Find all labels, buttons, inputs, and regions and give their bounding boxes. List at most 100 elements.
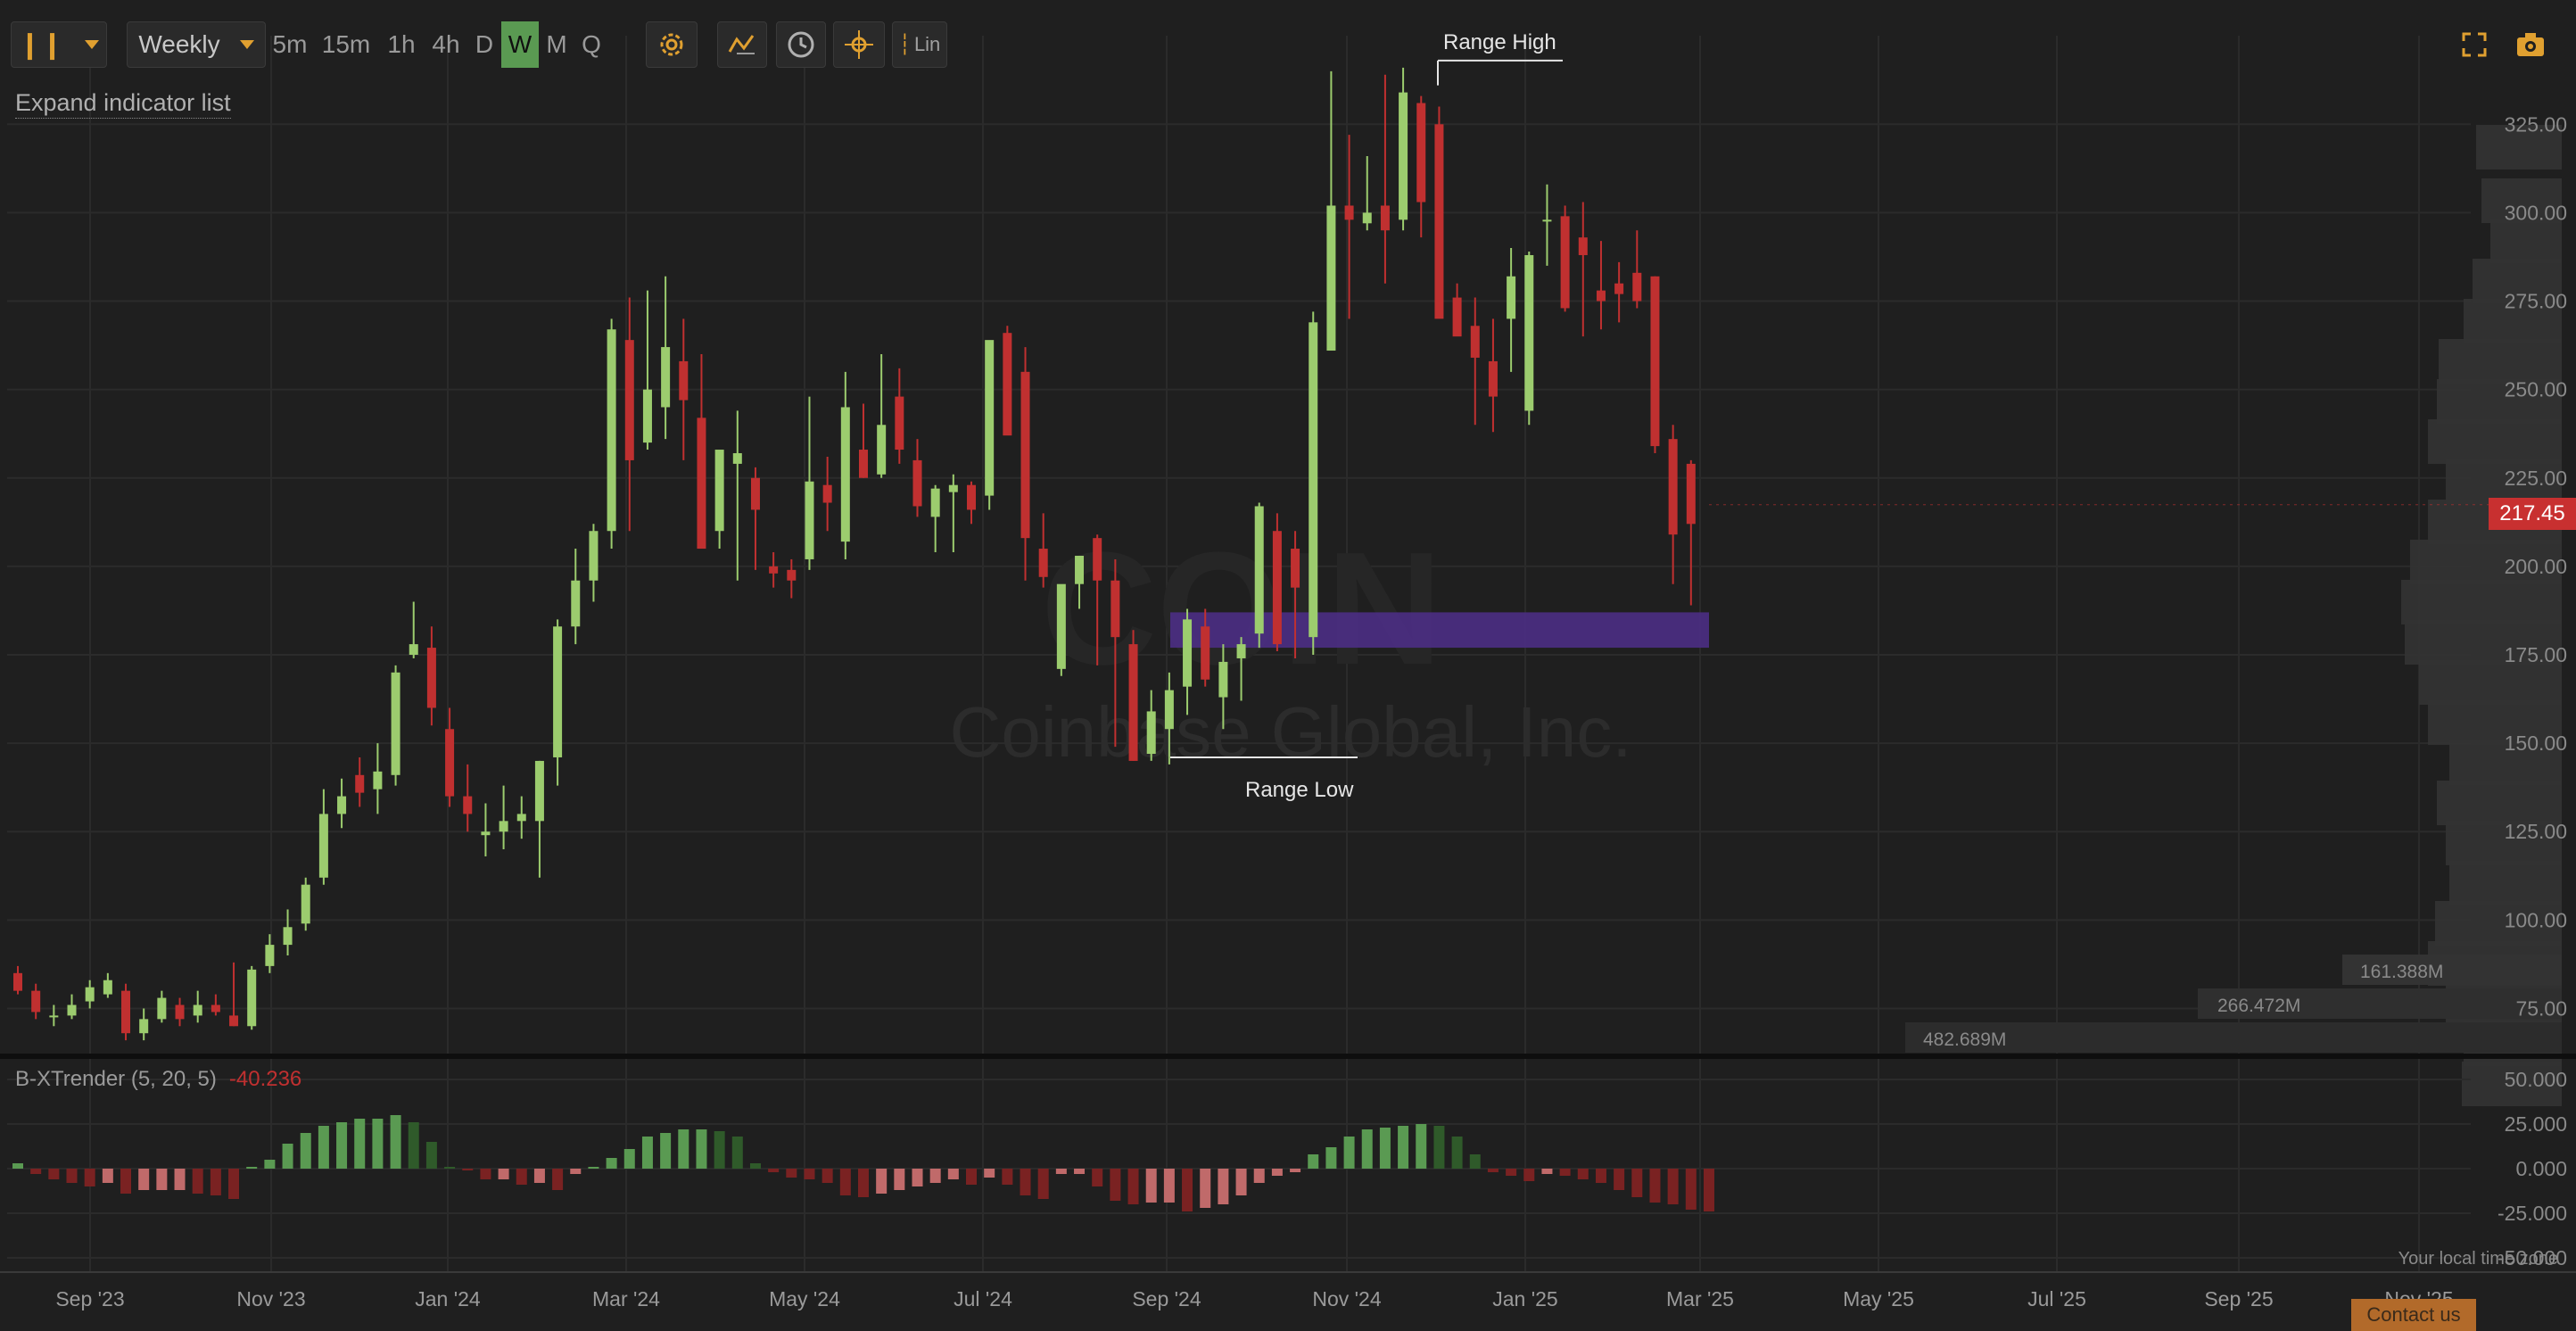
indicator-bar [1506,1169,1517,1176]
y-tick-label: 75.00 [2515,996,2567,1020]
y-tick-label: 225.00 [2505,467,2567,490]
x-tick-label: Jan '25 [1492,1287,1557,1310]
scale-button[interactable]: ┆ Lin [892,21,947,68]
indicator-bar [1182,1169,1193,1211]
chart-app: COIN Coinbase Global, Inc. 161.388M 266.472… [0,0,2576,1331]
interval-m[interactable]: M [542,21,571,68]
interval-15m[interactable]: 15m [318,21,375,68]
interval-w[interactable]: W [501,21,539,68]
candle-body [534,760,544,822]
candle-body [1201,626,1210,680]
timezone-label[interactable]: Your local time zone [2398,1249,2558,1269]
y-tick-label: 250.00 [2505,378,2567,401]
candle-body [85,987,95,1002]
indicator-bar [552,1169,564,1190]
candle-body [1362,212,1372,224]
indicator-bar [1361,1129,1373,1169]
indicator-bar [1002,1169,1013,1185]
volume-profile-bar [2490,219,2562,263]
candle-body [624,340,634,460]
volume-profile-bar [2428,419,2562,464]
candle-body [1542,219,1552,222]
volume-label: 266.472M [2217,996,2300,1016]
candle-body [1650,276,1660,447]
interval-q[interactable]: Q [576,21,607,68]
candle-body [481,831,491,836]
timeframe-label: Weekly [138,30,220,58]
interval-4h[interactable]: 4h [426,21,466,68]
screenshot-button[interactable] [2510,21,2551,68]
candle-body [211,1004,220,1013]
contact-us-button[interactable]: Contact us [2351,1299,2476,1331]
candle-body [139,1019,149,1034]
x-tick-label: Mar '24 [592,1287,660,1310]
indicator-bar [1218,1169,1229,1204]
indicator-bar [1685,1169,1697,1210]
expand-indicator-link[interactable]: Expand indicator list [15,87,231,119]
interval-5m[interactable]: 5m [269,21,310,68]
range-low-label: Range Low [1245,778,1354,802]
y-tick-label: 100.00 [2505,908,2567,931]
volume-label: 482.689M [1923,1029,2006,1050]
volume-label: 161.388M [2360,962,2443,982]
indicator-bar [768,1169,780,1172]
candle-body [1272,531,1282,645]
candle-body [426,648,436,708]
candle-body [1291,549,1300,588]
x-tick-label: Nov '23 [236,1287,305,1310]
settings-button[interactable] [646,21,698,68]
candle-body [445,729,455,797]
y-tick-label: 200.00 [2505,555,2567,578]
candle-body [1146,711,1156,755]
indicator-bar [660,1133,672,1169]
indicator-title[interactable]: B-XTrender (5, 20, 5) -40.236 [15,1067,301,1092]
timeframe-select[interactable]: Weekly [127,21,266,68]
indicator-bar [1379,1128,1391,1169]
interval-d[interactable]: D [471,21,498,68]
candle-body [805,481,814,559]
chart-canvas[interactable]: COINCoinbase Global, Inc.161.388M266.472… [0,0,2576,1331]
indicator-bar [192,1169,203,1194]
indicator-icon [728,35,755,54]
interval-1h[interactable]: 1h [382,21,421,68]
x-tick-label: Jul '24 [954,1287,1012,1310]
candle-body [247,969,257,1027]
range-high-label: Range High [1443,30,1556,54]
indicator-bar [1020,1169,1031,1195]
chart-type-button[interactable]: ❙❙ [11,21,107,68]
fullscreen-button[interactable] [2455,21,2494,68]
indicator-bar [120,1169,132,1194]
candle-body [265,945,275,966]
indicator-bar [678,1129,689,1169]
candle-body [409,644,418,655]
indicator-y-tick-label: 0.000 [2515,1157,2567,1180]
x-tick-label: Jan '24 [415,1287,481,1310]
time-button[interactable] [776,21,826,68]
candle-body [985,340,995,496]
candle-body [877,425,887,475]
candle-body [1560,216,1570,309]
y-tick-label: 175.00 [2505,643,2567,666]
indicator-bar [354,1119,366,1169]
indicator-bar [264,1160,276,1169]
x-tick-label: May '24 [769,1287,840,1310]
candle-body [858,450,868,478]
crosshair-button[interactable] [833,21,885,68]
candle-body [589,531,599,581]
indicator-bar [731,1137,743,1169]
indicator-bar [372,1119,384,1169]
fullscreen-icon [2462,32,2487,57]
indicator-bar [1667,1169,1679,1204]
indicator-bar [1541,1169,1553,1174]
y-tick-label: 275.00 [2505,290,2567,313]
indicator-bar [480,1169,491,1179]
chevron-down-icon [239,40,254,49]
indicator-bar [1416,1124,1427,1169]
candle-body [103,980,112,995]
indicator-bar [84,1169,95,1186]
indicator-bar [444,1167,456,1169]
indicator-bar [1487,1169,1499,1172]
candle-body [930,488,940,517]
indicators-button[interactable] [717,21,767,68]
current-price-badge: 217.45 [2489,498,2576,530]
